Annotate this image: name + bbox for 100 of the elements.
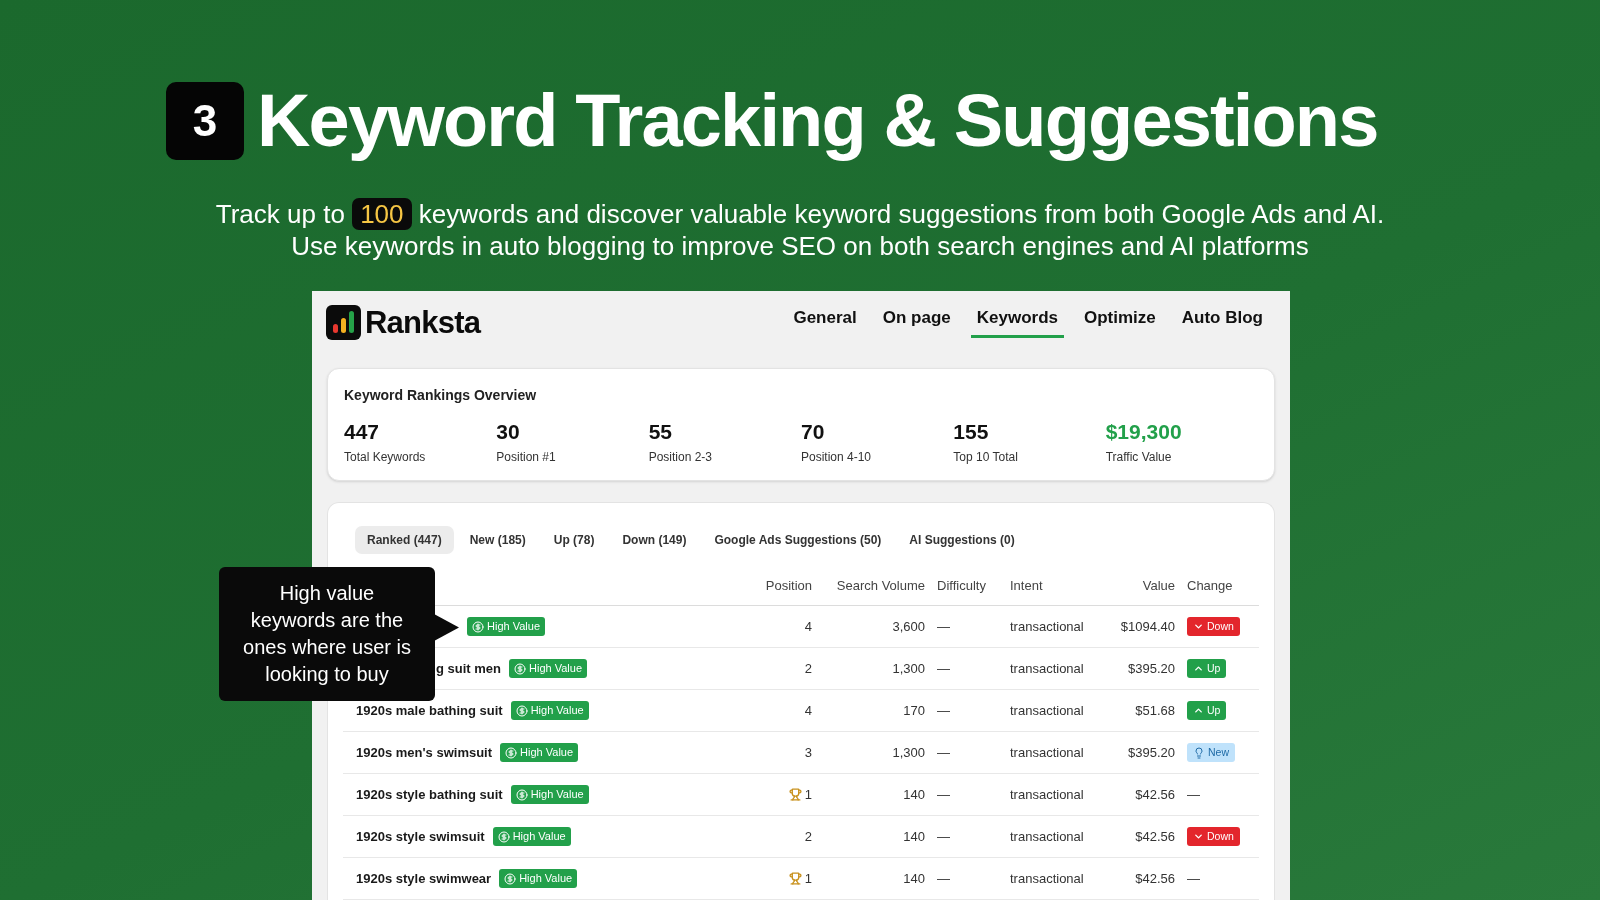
chevron-down-icon — [1193, 831, 1204, 842]
stat-value: 30 — [496, 419, 521, 445]
stat-value: 155 — [953, 419, 990, 445]
keyword-text: 1920s style bathing suit — [356, 785, 503, 804]
stat-value: $19,300 — [1105, 419, 1183, 445]
tag-label: High Value — [529, 663, 582, 674]
stat-value: 70 — [801, 419, 826, 445]
value-text: $42.56 — [1135, 827, 1175, 846]
filter-tab[interactable]: New (185) — [457, 526, 538, 554]
brand-name: Ranksta — [365, 307, 481, 338]
dollar-icon — [515, 704, 528, 717]
chevron-down-icon — [1193, 621, 1204, 632]
keyword-text: 1920s men's swimsuit — [356, 743, 493, 762]
nav-tab[interactable]: Keywords — [970, 307, 1064, 338]
volume-text: 3,600 — [892, 617, 925, 636]
difficulty-text: — — [937, 827, 950, 846]
keyword-text: 1920s male bathing suit — [356, 701, 503, 720]
tag-label: High Value — [512, 831, 566, 842]
value-text: $51.68 — [1135, 701, 1175, 720]
dollar-icon — [472, 620, 484, 633]
change-label: New — [1208, 747, 1229, 758]
position-text: 1 — [804, 785, 812, 804]
volume-text: 140 — [903, 785, 925, 804]
keyword-text: 1920s style swimwear — [356, 869, 492, 888]
difficulty-text: — — [937, 617, 950, 636]
change-text: — — [1187, 869, 1200, 888]
intent-text: transactional — [1010, 743, 1084, 762]
intent-text: transactional — [1010, 659, 1084, 678]
position-text: 3 — [804, 743, 812, 762]
subtitle-text: Track up to 100 keywords and discover valuable keyword suggestions from both Google Ads and AI. — [215, 198, 1385, 230]
dollar-icon — [504, 872, 517, 885]
difficulty-text: — — [937, 701, 950, 720]
tag-label: High Value — [487, 621, 540, 632]
column-header: Intent — [1010, 576, 1043, 595]
column-header: Change — [1187, 576, 1233, 595]
keyword-text: 1920s style swimsuit — [356, 827, 485, 846]
nav-tab[interactable]: On page — [876, 307, 957, 338]
tag-label: High Value — [530, 705, 584, 716]
filter-tab[interactable]: Up (78) — [541, 526, 607, 554]
change-text: — — [1187, 785, 1200, 804]
card-title: Keyword Rankings Overview — [344, 386, 538, 405]
dollar-icon — [515, 788, 528, 801]
dollar-icon — [505, 746, 518, 759]
filter-tab[interactable]: Google Ads Suggestions (50) — [702, 526, 894, 554]
stat-label: Position #1 — [496, 449, 557, 465]
intent-text: transactional — [1010, 701, 1084, 720]
volume-text: 1,300 — [892, 743, 925, 762]
column-header: Difficulty — [937, 576, 986, 595]
value-text: $42.56 — [1135, 869, 1175, 888]
intent-text: transactional — [1010, 827, 1084, 846]
tag-label: High Value — [520, 747, 574, 758]
nav-tab[interactable]: General — [787, 307, 863, 338]
stat-label: Top 10 Total — [953, 449, 1019, 465]
subtitle-text: Use keywords in auto blogging to improve SEO on both search engines and AI platforms — [291, 230, 1309, 262]
callout-pointer — [434, 614, 459, 641]
dollar-icon — [497, 830, 510, 843]
volume-text: 170 — [903, 701, 925, 720]
column-header: Search Volume — [836, 576, 925, 595]
stat-value: 55 — [648, 419, 673, 445]
intent-text: transactional — [1010, 869, 1084, 888]
dollar-icon — [514, 662, 526, 675]
chevron-up-icon — [1193, 705, 1204, 716]
tag-label: High Value — [530, 789, 584, 800]
volume-text: 140 — [903, 827, 925, 846]
position-text: 4 — [804, 617, 812, 636]
filter-tab[interactable]: AI Suggestions (0) — [897, 526, 1027, 554]
volume-text: 140 — [903, 869, 925, 888]
stat-value: 447 — [344, 419, 381, 445]
column-header: Position — [765, 576, 812, 595]
filter-tab[interactable]: Down (149) — [610, 526, 699, 554]
logo-icon — [326, 305, 361, 340]
difficulty-text: — — [937, 785, 950, 804]
position-text: 2 — [804, 659, 812, 678]
step-number: 3 — [166, 82, 244, 160]
intent-text: transactional — [1010, 785, 1084, 804]
value-text: $395.20 — [1128, 659, 1175, 678]
callout-box: High value keywords are the ones where user is looking to buy — [219, 567, 435, 701]
value-text: $395.20 — [1128, 743, 1175, 762]
lightbulb-icon — [1193, 746, 1205, 759]
value-text: $1094.40 — [1120, 617, 1175, 636]
change-label: Up — [1207, 663, 1221, 674]
column-header: Value — [1142, 576, 1175, 595]
change-label: Up — [1207, 705, 1221, 716]
stat-label: Position 2-3 — [648, 449, 714, 465]
volume-text: 1,300 — [892, 659, 925, 678]
stat-label: Position 4-10 — [801, 449, 873, 465]
difficulty-text: — — [937, 743, 950, 762]
change-label: Down — [1207, 621, 1234, 632]
nav-tab[interactable]: Optimize — [1078, 307, 1162, 338]
difficulty-text: — — [937, 869, 950, 888]
intent-text: transactional — [1010, 617, 1084, 636]
position-text: 2 — [804, 827, 812, 846]
keyword-text: g suit men — [436, 659, 501, 678]
filter-tab[interactable]: Ranked (447) — [355, 526, 454, 554]
chevron-up-icon — [1193, 663, 1204, 674]
value-text: $42.56 — [1135, 785, 1175, 804]
tag-label: High Value — [519, 873, 573, 884]
nav-tab[interactable]: Auto Blog — [1175, 307, 1269, 338]
difficulty-text: — — [937, 659, 950, 678]
stat-label: Total Keywords — [344, 449, 427, 465]
